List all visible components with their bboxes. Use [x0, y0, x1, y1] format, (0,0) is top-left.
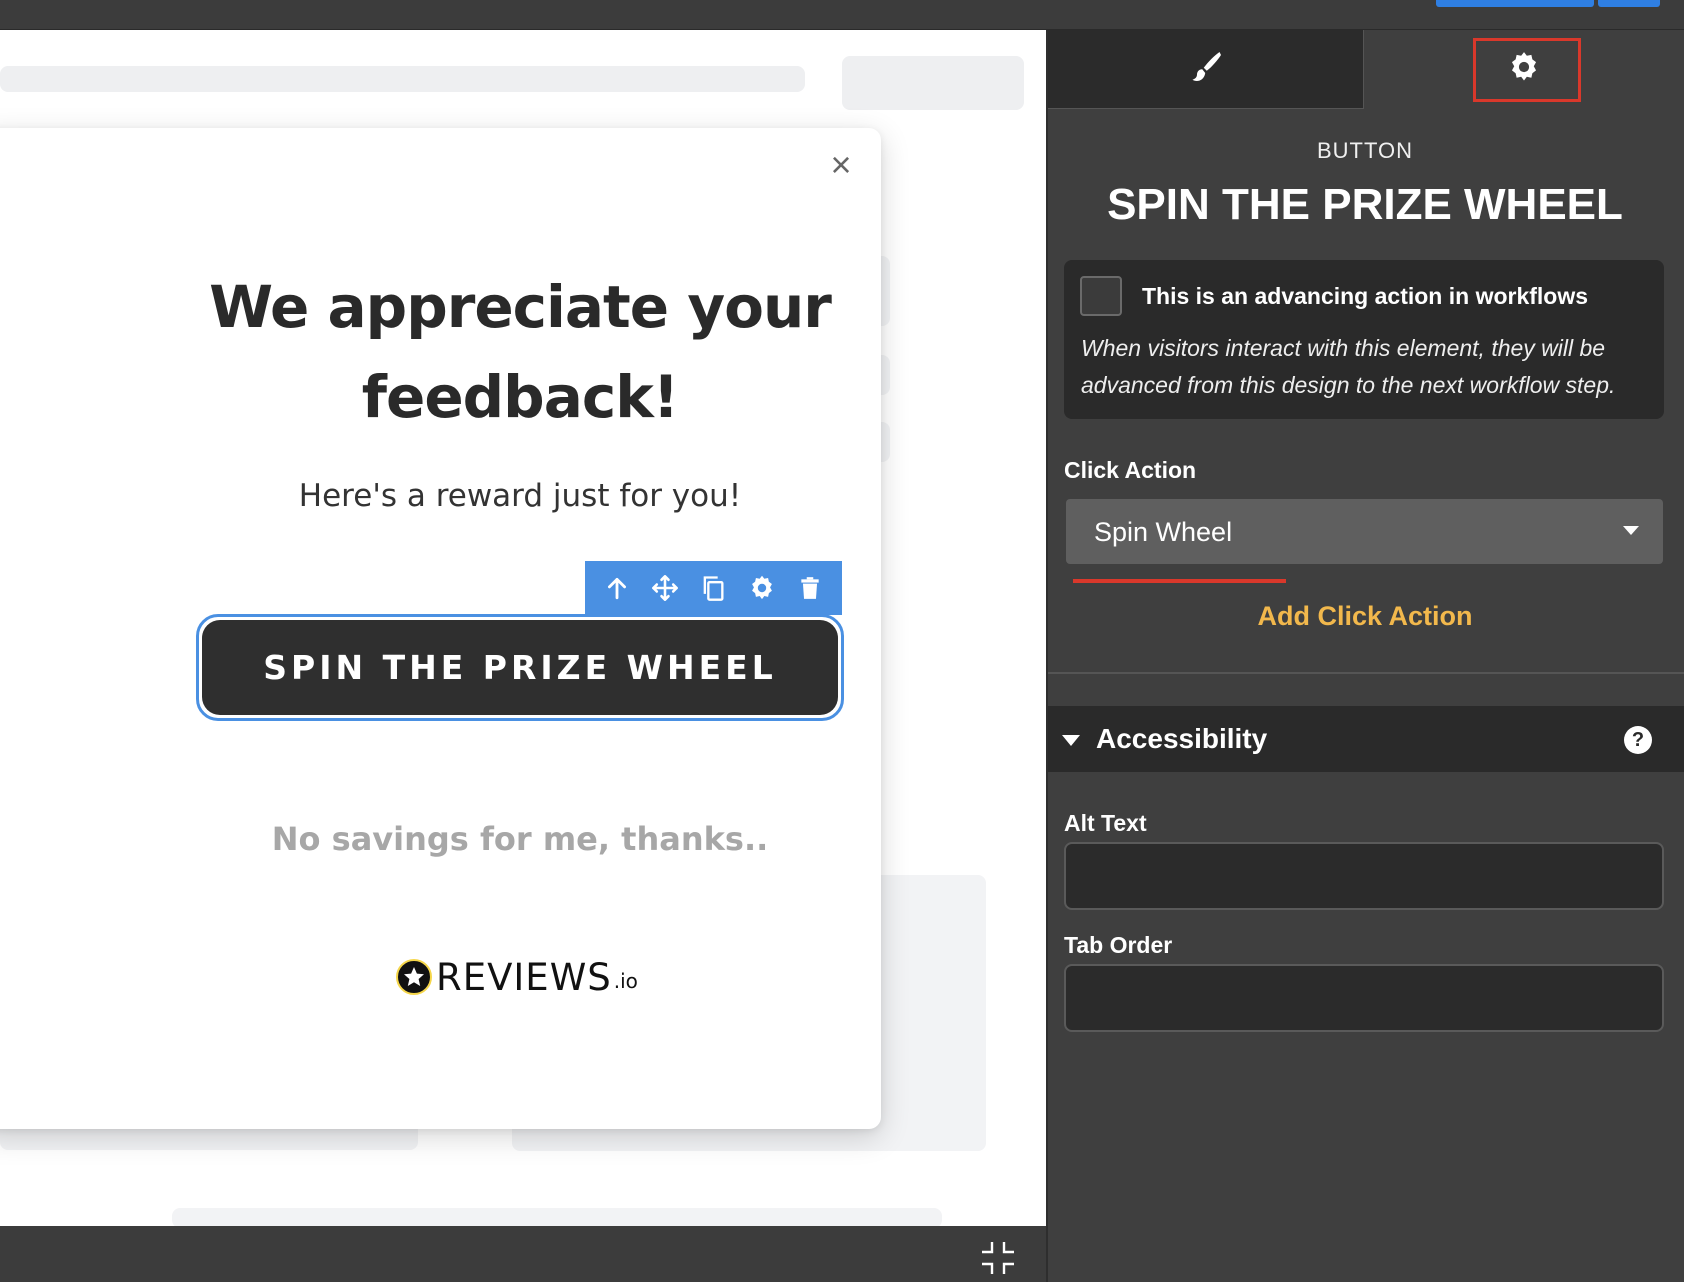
top-secondary-button[interactable]	[1598, 0, 1660, 7]
spin-wheel-button[interactable]: SPIN THE PRIZE WHEEL	[196, 614, 844, 721]
tab-settings-highlight	[1473, 38, 1581, 102]
headline-line: We appreciate your	[209, 273, 832, 341]
advancing-action-checkbox[interactable]	[1080, 276, 1122, 316]
tab-order-field[interactable]	[1064, 964, 1664, 1032]
brand-suffix: .io	[613, 969, 638, 993]
bottom-bar	[0, 1226, 1046, 1282]
alt-text-label: Alt Text	[1064, 810, 1147, 836]
element-toolbar	[585, 561, 842, 615]
placeholder-block	[842, 56, 1024, 110]
popup-headline[interactable]: We appreciate your feedback!	[190, 262, 850, 442]
brand-wordmark: REVIEWS	[436, 955, 612, 999]
element-name: SPIN THE PRIZE WHEEL	[1107, 180, 1623, 229]
star-icon	[396, 959, 432, 995]
top-primary-button[interactable]	[1436, 0, 1594, 7]
placeholder-bar	[172, 1208, 942, 1226]
section-divider	[1048, 672, 1684, 674]
headline-line: feedback!	[361, 363, 680, 431]
click-action-value: Spin Wheel	[1094, 517, 1233, 547]
collapse-icon[interactable]	[978, 1238, 1018, 1278]
move-icon[interactable]	[648, 571, 682, 605]
add-click-action-link[interactable]: Add Click Action	[1046, 601, 1684, 632]
chevron-down-icon	[1623, 526, 1639, 535]
placeholder-bar	[0, 66, 805, 92]
popup-subline[interactable]: Here's a reward just for you!	[190, 478, 850, 514]
click-action-select[interactable]: Spin Wheel	[1066, 499, 1663, 564]
tab-order-label: Tab Order	[1064, 932, 1173, 958]
annotation-underline	[1073, 579, 1286, 583]
advancing-action-description: When visitors interact with this element…	[1081, 335, 1616, 398]
help-icon[interactable]: ?	[1624, 726, 1652, 754]
accessibility-title: Accessibility	[1096, 723, 1268, 754]
advancing-action-label: This is an advancing action in workflows	[1142, 283, 1589, 309]
gear-icon[interactable]	[745, 571, 779, 605]
copy-icon[interactable]	[696, 571, 730, 605]
decline-link[interactable]: No savings for me, thanks..	[190, 820, 850, 858]
trash-icon[interactable]	[793, 571, 827, 605]
top-bar	[0, 0, 1684, 30]
alt-text-field[interactable]	[1064, 842, 1664, 910]
reviews-io-logo: REVIEWS .io	[396, 953, 638, 1001]
accessibility-section-header[interactable]: Accessibility ?	[1048, 706, 1684, 772]
click-action-label: Click Action	[1064, 457, 1197, 483]
tab-style[interactable]	[1048, 30, 1364, 109]
brush-icon	[1188, 49, 1224, 90]
arrow-up-icon[interactable]	[600, 571, 634, 605]
caret-down-icon	[1062, 735, 1080, 746]
element-type: BUTTON	[1316, 138, 1414, 163]
spin-wheel-button-label: SPIN THE PRIZE WHEEL	[202, 620, 838, 715]
close-icon[interactable]: ×	[826, 147, 856, 183]
editor-window: × We appreciate your feedback! Here's a …	[0, 0, 1684, 1282]
